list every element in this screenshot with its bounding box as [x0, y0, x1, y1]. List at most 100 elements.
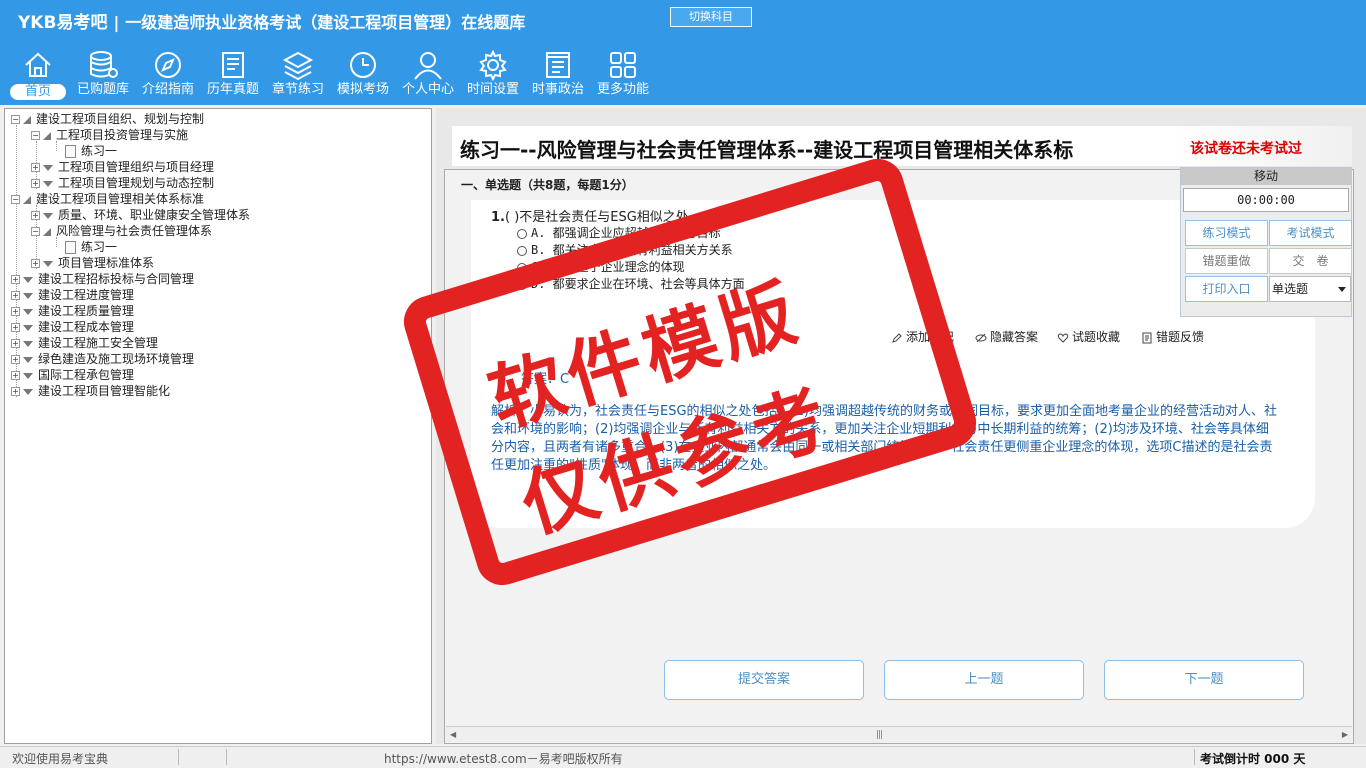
expand-icon[interactable]: +	[11, 355, 20, 364]
option-c[interactable]: C. 都侧重于企业理念的体现	[517, 258, 685, 275]
folder-closed-icon	[43, 260, 53, 267]
nav-more[interactable]: 更多功能	[594, 48, 652, 103]
heart-icon	[1057, 332, 1069, 343]
tree-node[interactable]: + 国际工程承包管理	[11, 367, 134, 383]
gear-icon	[479, 49, 507, 82]
folder-closed-icon	[43, 164, 53, 171]
expand-icon[interactable]: +	[31, 259, 40, 268]
expand-icon[interactable]: +	[31, 179, 40, 188]
nav-past-exams[interactable]: 历年真题	[204, 48, 262, 103]
analysis-text: 解析：小易认为，社会责任与ESG的相似之处包括：(1)均强调超越传统的财务或利润…	[491, 404, 1277, 473]
expand-icon[interactable]: +	[11, 371, 20, 380]
nav-mock-exam[interactable]: 模拟考场	[334, 48, 392, 103]
radio-icon[interactable]	[517, 245, 527, 256]
collapse-icon[interactable]: −	[11, 195, 20, 204]
switch-subject-button[interactable]: 切换科目	[670, 7, 752, 27]
horizontal-scrollbar[interactable]: ◀ ||| ▶	[446, 726, 1352, 742]
tree-node[interactable]: − 建设工程项目管理相关体系标准	[11, 191, 204, 207]
tree-node[interactable]: + 质量、环境、职业健康安全管理体系	[31, 207, 250, 223]
tree-node[interactable]: + 建设工程施工安全管理	[11, 335, 158, 351]
app-header: YKB易考吧 | 一级建造师执业资格考试（建设工程项目管理）在线题库 切换科目 首页…	[0, 0, 1366, 105]
expand-icon[interactable]: +	[11, 339, 20, 348]
nav-purchased[interactable]: 已购题库	[74, 48, 132, 103]
tree-node[interactable]: + 建设工程项目管理智能化	[11, 383, 170, 399]
tree-node[interactable]: + 工程项目管理规划与动态控制	[31, 175, 214, 191]
exercise-title: 练习一--风险管理与社会责任管理体系--建设工程项目管理相关体系标	[460, 138, 1074, 162]
scroll-right-icon[interactable]: ▶	[1342, 730, 1348, 739]
tree-node[interactable]: − 建设工程项目组织、规划与控制	[11, 111, 204, 127]
expand-icon[interactable]: +	[11, 307, 20, 316]
print-button[interactable]: 打印入口	[1185, 276, 1268, 302]
next-question-button[interactable]: 下一题	[1104, 660, 1304, 700]
status-welcome: 欢迎使用易考宝典	[12, 752, 109, 766]
page-title: 一级建造师执业资格考试（建设工程项目管理）在线题库	[125, 13, 526, 32]
prev-question-button[interactable]: 上一题	[884, 660, 1084, 700]
status-divider	[226, 749, 227, 765]
expand-icon[interactable]: +	[11, 275, 20, 284]
favorite-button[interactable]: 试题收藏	[1057, 328, 1120, 345]
nav-time-settings[interactable]: 时间设置	[464, 48, 522, 103]
tree-node[interactable]: + 建设工程质量管理	[11, 303, 134, 319]
tree-node[interactable]: + 绿色建造及施工现场环境管理	[11, 351, 194, 367]
document-icon	[65, 145, 76, 158]
folder-closed-icon	[23, 308, 33, 315]
pencil-icon	[892, 332, 902, 343]
tree-leaf[interactable]: 练习一	[65, 143, 117, 159]
move-handle[interactable]: 移动	[1181, 168, 1351, 185]
scroll-thumb[interactable]: |||	[876, 730, 883, 740]
option-b[interactable]: B. 都关注企业与所有利益相关方关系	[517, 241, 733, 258]
exam-mode-button[interactable]: 考试模式	[1269, 220, 1352, 246]
tree-node[interactable]: − 工程项目投资管理与实施	[31, 127, 188, 143]
collapse-icon[interactable]: −	[31, 227, 40, 236]
app-title: YKB易考吧 | 一级建造师执业资格考试（建设工程项目管理）在线题库	[18, 13, 526, 33]
expand-icon[interactable]: +	[11, 323, 20, 332]
folder-closed-icon	[43, 212, 53, 219]
question-type-select[interactable]: 单选题	[1269, 276, 1351, 302]
hide-answer-button[interactable]: 隐藏答案	[975, 328, 1038, 345]
folder-closed-icon	[23, 324, 33, 331]
radio-icon[interactable]	[517, 228, 527, 239]
practice-mode-button[interactable]: 练习模式	[1185, 220, 1268, 246]
chapter-tree: − 建设工程项目组织、规划与控制 − 工程项目投资管理与实施 练习一 + 工程项目管理…	[4, 108, 432, 744]
feedback-icon	[1142, 332, 1152, 343]
tree-node[interactable]: + 建设工程招标投标与合同管理	[11, 271, 194, 287]
nav-home[interactable]: 首页	[10, 48, 66, 103]
tree-node[interactable]: + 工程项目管理组织与项目经理	[31, 159, 214, 175]
folder-open-icon	[23, 115, 31, 124]
collapse-icon[interactable]: −	[11, 115, 20, 124]
redo-wrong-button[interactable]: 错题重做	[1185, 248, 1268, 274]
expand-icon[interactable]: +	[11, 291, 20, 300]
option-a[interactable]: A. 都强调企业应超越传统财务目标	[517, 224, 721, 241]
status-bar: 欢迎使用易考宝典 https://www.etest8.com－易考吧版权所有 …	[0, 746, 1366, 768]
report-error-button[interactable]: 错题反馈	[1141, 328, 1204, 345]
tree-leaf[interactable]: 练习一	[65, 239, 117, 255]
document-list-icon	[222, 52, 244, 78]
nav-chapter-practice[interactable]: 章节练习	[269, 48, 327, 103]
nav-current-affairs[interactable]: 时事政治	[529, 48, 587, 103]
expand-icon[interactable]: +	[31, 211, 40, 220]
add-note-button[interactable]: 添加笔记	[891, 328, 954, 345]
option-d[interactable]: D. 都要求企业在环境、社会等具体方面	[517, 275, 745, 292]
tree-node[interactable]: + 项目管理标准体系	[31, 255, 154, 271]
compass-icon	[155, 52, 181, 78]
folder-closed-icon	[23, 340, 33, 347]
tree-node[interactable]: − 风险管理与社会责任管理体系	[31, 223, 212, 239]
document-icon	[65, 241, 76, 254]
submit-answer-button[interactable]: 提交答案	[664, 660, 864, 700]
home-icon	[25, 52, 51, 77]
scroll-left-icon[interactable]: ◀	[450, 730, 456, 739]
submit-paper-button[interactable]: 交 卷	[1269, 248, 1352, 274]
radio-icon[interactable]	[517, 262, 527, 273]
status-divider	[178, 749, 179, 765]
expand-icon[interactable]: +	[11, 387, 20, 396]
nav-guide[interactable]: 介绍指南	[140, 48, 196, 103]
chevron-down-icon	[1338, 287, 1346, 292]
radio-icon[interactable]	[517, 279, 527, 290]
nav-personal-center[interactable]: 个人中心	[399, 48, 457, 103]
tree-node[interactable]: + 建设工程进度管理	[11, 287, 134, 303]
collapse-icon[interactable]: −	[31, 131, 40, 140]
status-divider	[1194, 749, 1195, 765]
expand-icon[interactable]: +	[31, 163, 40, 172]
tree-node[interactable]: + 建设工程成本管理	[11, 319, 134, 335]
exam-status: 该试卷还未考试过	[1190, 141, 1302, 157]
